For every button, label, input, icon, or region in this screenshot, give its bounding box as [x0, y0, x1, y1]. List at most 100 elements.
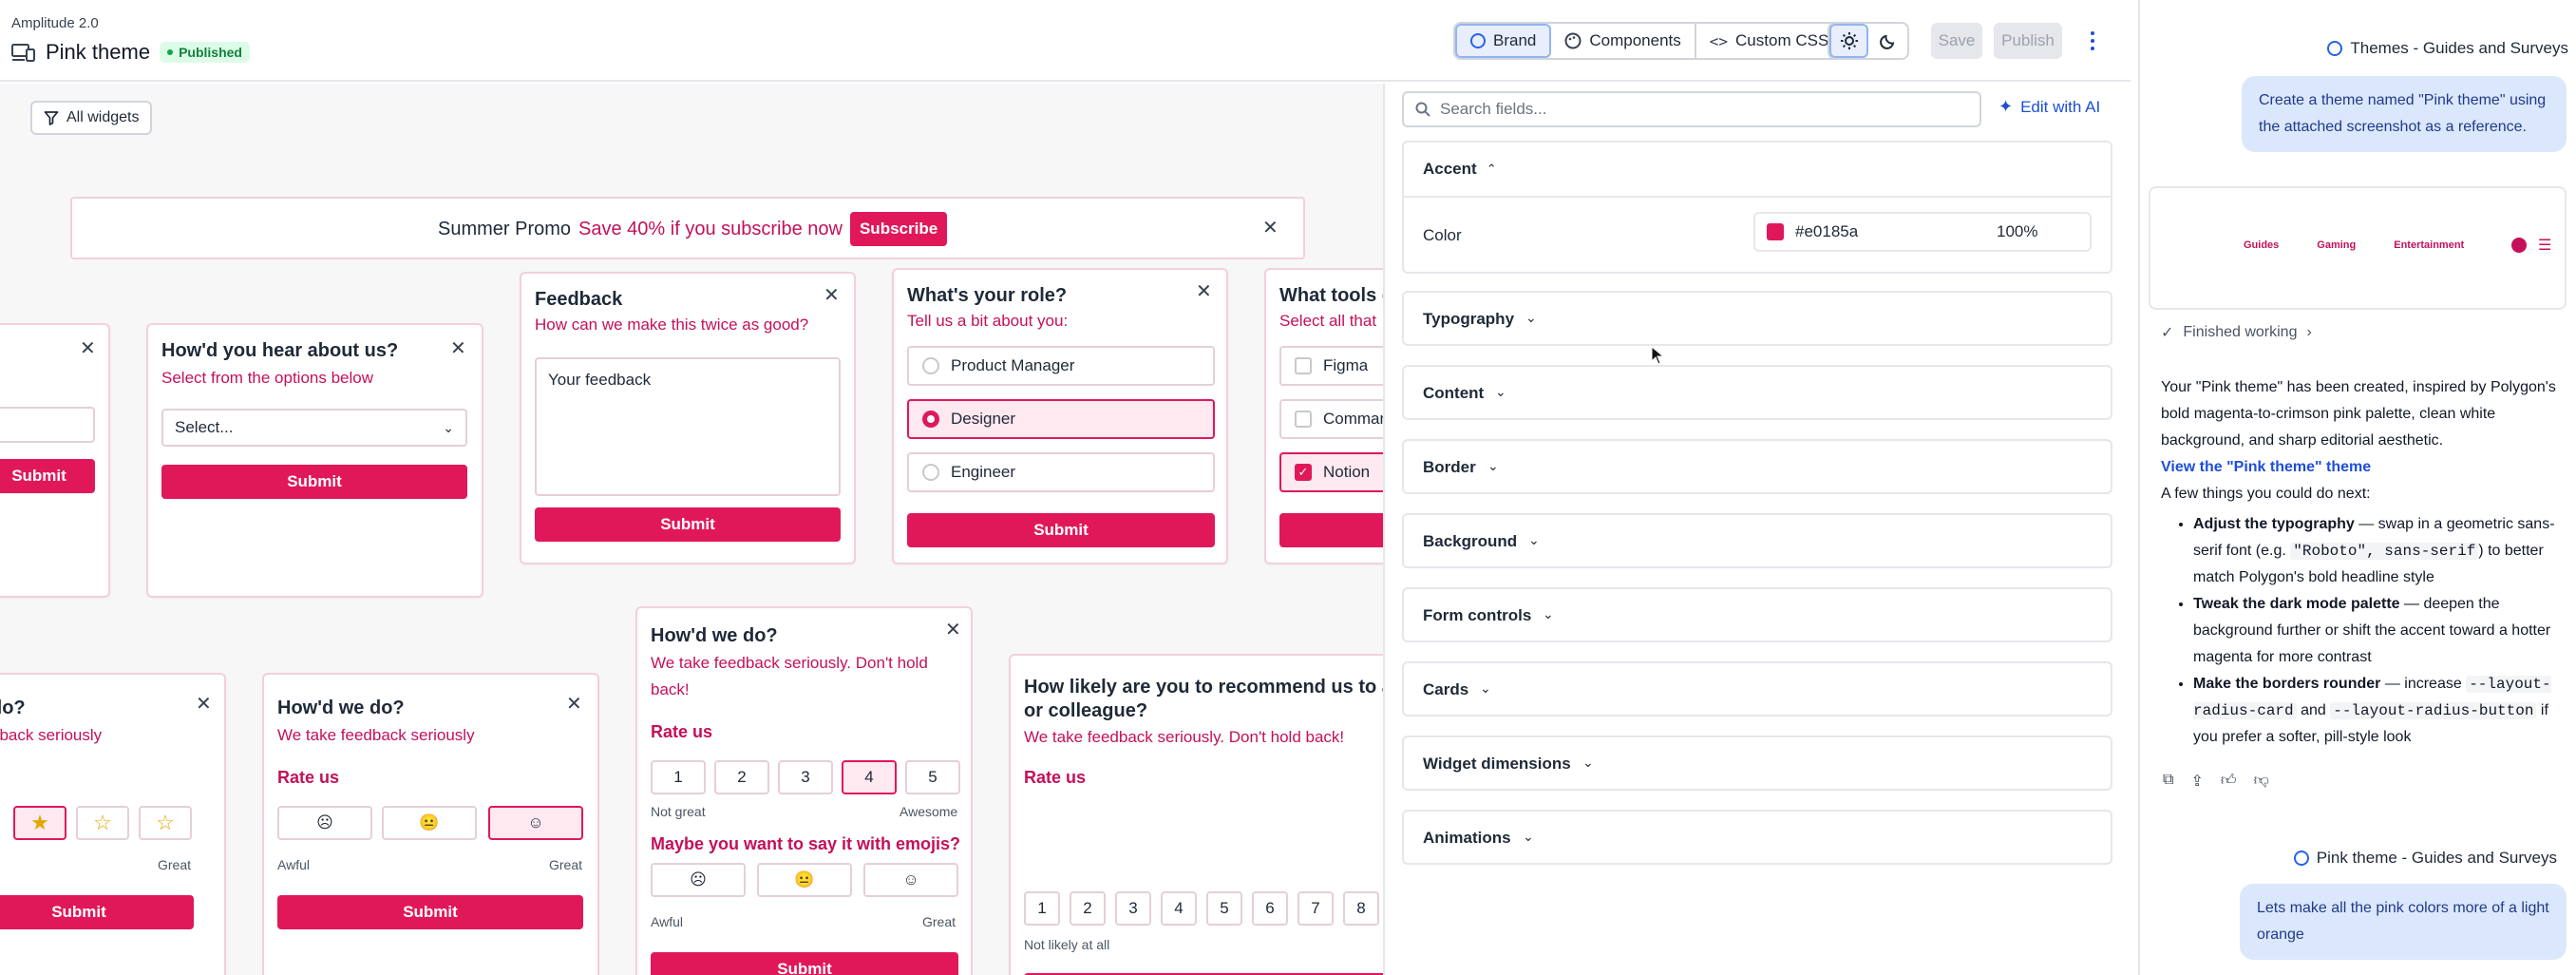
close-icon[interactable]: ✕ — [450, 336, 466, 360]
context-chip[interactable]: Themes - Guides and Surveys — [2327, 39, 2568, 58]
emoji-option[interactable]: 😐 — [382, 806, 477, 840]
section-cards[interactable]: Cards ⌄ — [1402, 661, 2112, 717]
nps-option-5[interactable]: 5 — [1206, 891, 1242, 926]
scale-option-4[interactable]: 4 — [842, 760, 897, 794]
section-title: Widget dimensions — [1423, 755, 1571, 773]
palette-icon — [1564, 32, 1582, 49]
user-message: Lets make all the pink colors more of a … — [2240, 884, 2567, 960]
section-animations[interactable]: Animations ⌄ — [1402, 810, 2112, 865]
tab-brand[interactable]: Brand — [1455, 24, 1552, 58]
save-button[interactable]: Save — [1931, 23, 1982, 59]
scale-option-5[interactable]: 5 — [905, 760, 960, 794]
accent-color-input[interactable]: #e0185a 100% — [1753, 212, 2092, 252]
thumbs-down-icon[interactable]: 👎︎ — [2254, 772, 2269, 791]
card-title: What tools d — [1279, 285, 1383, 306]
more-options-icon[interactable] — [2086, 27, 2099, 55]
emoji-option[interactable]: ☹ — [651, 863, 746, 897]
section-background[interactable]: Background ⌄ — [1402, 513, 2112, 568]
star-option[interactable]: ☆ — [76, 806, 129, 840]
nps-option-6[interactable]: 6 — [1252, 891, 1288, 926]
status-row[interactable]: ✓ Finished working › — [2161, 323, 2312, 342]
section-content[interactable]: Content ⌄ — [1402, 365, 2112, 420]
star-option[interactable]: ★ — [13, 806, 66, 840]
view-theme-link[interactable]: View the "Pink theme" theme — [2161, 454, 2569, 481]
preview-nav-item: Entertainment — [2394, 239, 2465, 251]
submit-button[interactable] — [1279, 513, 1383, 547]
dark-mode-button[interactable] — [1868, 24, 1907, 58]
select-value: Select... — [175, 418, 234, 436]
search-fields-input[interactable]: Search fields... — [1402, 91, 1981, 127]
screenshot-attachment[interactable]: Guides Gaming Entertainment ☰ — [2149, 186, 2567, 310]
radio-icon — [922, 357, 939, 374]
status-badge-label: Published — [179, 45, 242, 60]
close-icon[interactable]: ✕ — [824, 283, 840, 307]
nps-option-4[interactable]: 4 — [1161, 891, 1197, 926]
tool-option-notion[interactable]: ✓ Notion — [1279, 452, 1383, 492]
close-icon[interactable]: ✕ — [1262, 216, 1279, 239]
share-icon[interactable]: ⇪ — [2190, 772, 2203, 791]
role-option-product-manager[interactable]: Product Manager — [907, 346, 1215, 386]
feedback-textarea[interactable]: Your feedback — [535, 357, 841, 496]
close-icon[interactable]: ✕ — [80, 336, 96, 360]
option-label: Engineer — [951, 463, 1016, 481]
submit-button[interactable]: Submit — [0, 895, 194, 929]
section-form-controls[interactable]: Form controls ⌄ — [1402, 587, 2112, 642]
tab-components[interactable]: Components — [1551, 24, 1694, 58]
suggestion-text: — increase — [2380, 676, 2467, 692]
color-swatch[interactable] — [1767, 223, 1784, 240]
close-icon[interactable]: ✕ — [945, 618, 961, 641]
emoji-option[interactable]: 😐 — [757, 863, 852, 897]
editor-tabs: Brand Components <> Custom CSS — [1453, 22, 1845, 60]
section-typography[interactable]: Typography ⌄ — [1402, 291, 2112, 346]
close-icon[interactable]: ✕ — [196, 692, 212, 716]
preview-nav-item: Guides — [2244, 239, 2280, 251]
promo-content: Summer Promo Save 40% if you subscribe n… — [438, 212, 948, 246]
source-select[interactable]: Select... ⌄ — [161, 409, 467, 447]
emoji-option[interactable]: ☺ — [488, 806, 583, 840]
emoji-option[interactable]: ☺ — [863, 863, 958, 897]
scale-option-3[interactable]: 3 — [778, 760, 833, 794]
tool-option-command[interactable]: Comman — [1279, 399, 1383, 439]
thumbs-up-icon[interactable]: 👍︎ — [2221, 772, 2237, 791]
tab-custom-css-label: Custom CSS — [1735, 31, 1829, 49]
copy-icon[interactable]: ⧉ — [2163, 772, 2173, 791]
accent-header[interactable]: Accent ⌃ — [1423, 160, 1497, 179]
tab-components-label: Components — [1589, 31, 1681, 49]
divider — [1404, 196, 2111, 198]
nps-option-3[interactable]: 3 — [1115, 891, 1151, 926]
section-border[interactable]: Border ⌄ — [1402, 439, 2112, 494]
tab-custom-css[interactable]: <> Custom CSS — [1694, 24, 1843, 58]
light-mode-button[interactable] — [1829, 24, 1869, 58]
chevron-down-icon: ⌄ — [1523, 829, 1534, 844]
star-option[interactable]: ☆ — [139, 806, 192, 840]
context-chip[interactable]: Pink theme - Guides and Surveys — [2293, 849, 2557, 868]
nps-option-7[interactable]: 7 — [1297, 891, 1334, 926]
card-title: How'd we do? — [277, 698, 405, 718]
role-card: What's your role? Tell us a bit about yo… — [892, 268, 1228, 564]
submit-button[interactable]: Submit — [651, 952, 958, 975]
scale-option-2[interactable]: 2 — [714, 760, 769, 794]
submit-button[interactable]: Submit — [907, 513, 1215, 547]
submit-button[interactable]: Submit — [535, 507, 841, 542]
all-widgets-filter[interactable]: All widgets — [30, 101, 153, 135]
section-widget-dimensions[interactable]: Widget dimensions ⌄ — [1402, 736, 2112, 791]
subscribe-button[interactable]: Subscribe — [849, 212, 948, 246]
nps-option-8[interactable]: 8 — [1343, 891, 1379, 926]
submit-button[interactable]: Submit — [277, 895, 583, 929]
emoji-option[interactable]: ☹ — [277, 806, 372, 840]
close-icon[interactable]: ✕ — [566, 692, 582, 716]
role-option-engineer[interactable]: Engineer — [907, 452, 1215, 492]
edit-with-ai-button[interactable]: ✦ Edit with AI — [1998, 97, 2100, 117]
role-option-designer[interactable]: Designer — [907, 399, 1215, 439]
submit-button[interactable]: Submit — [0, 459, 95, 493]
nps-option-2[interactable]: 2 — [1070, 891, 1106, 926]
tool-option-figma[interactable]: Figma — [1279, 346, 1383, 386]
partial-input[interactable] — [0, 407, 95, 443]
emoji-neutral-icon: 😐 — [794, 870, 815, 889]
submit-button[interactable]: Submit — [161, 465, 467, 499]
publish-button[interactable]: Publish — [1994, 23, 2062, 59]
scale-option-1[interactable]: 1 — [651, 760, 706, 794]
close-icon[interactable]: ✕ — [1196, 279, 1212, 303]
nps-option-1[interactable]: 1 — [1024, 891, 1060, 926]
accent-section: Accent ⌃ Color #e0185a 100% — [1402, 141, 2112, 274]
